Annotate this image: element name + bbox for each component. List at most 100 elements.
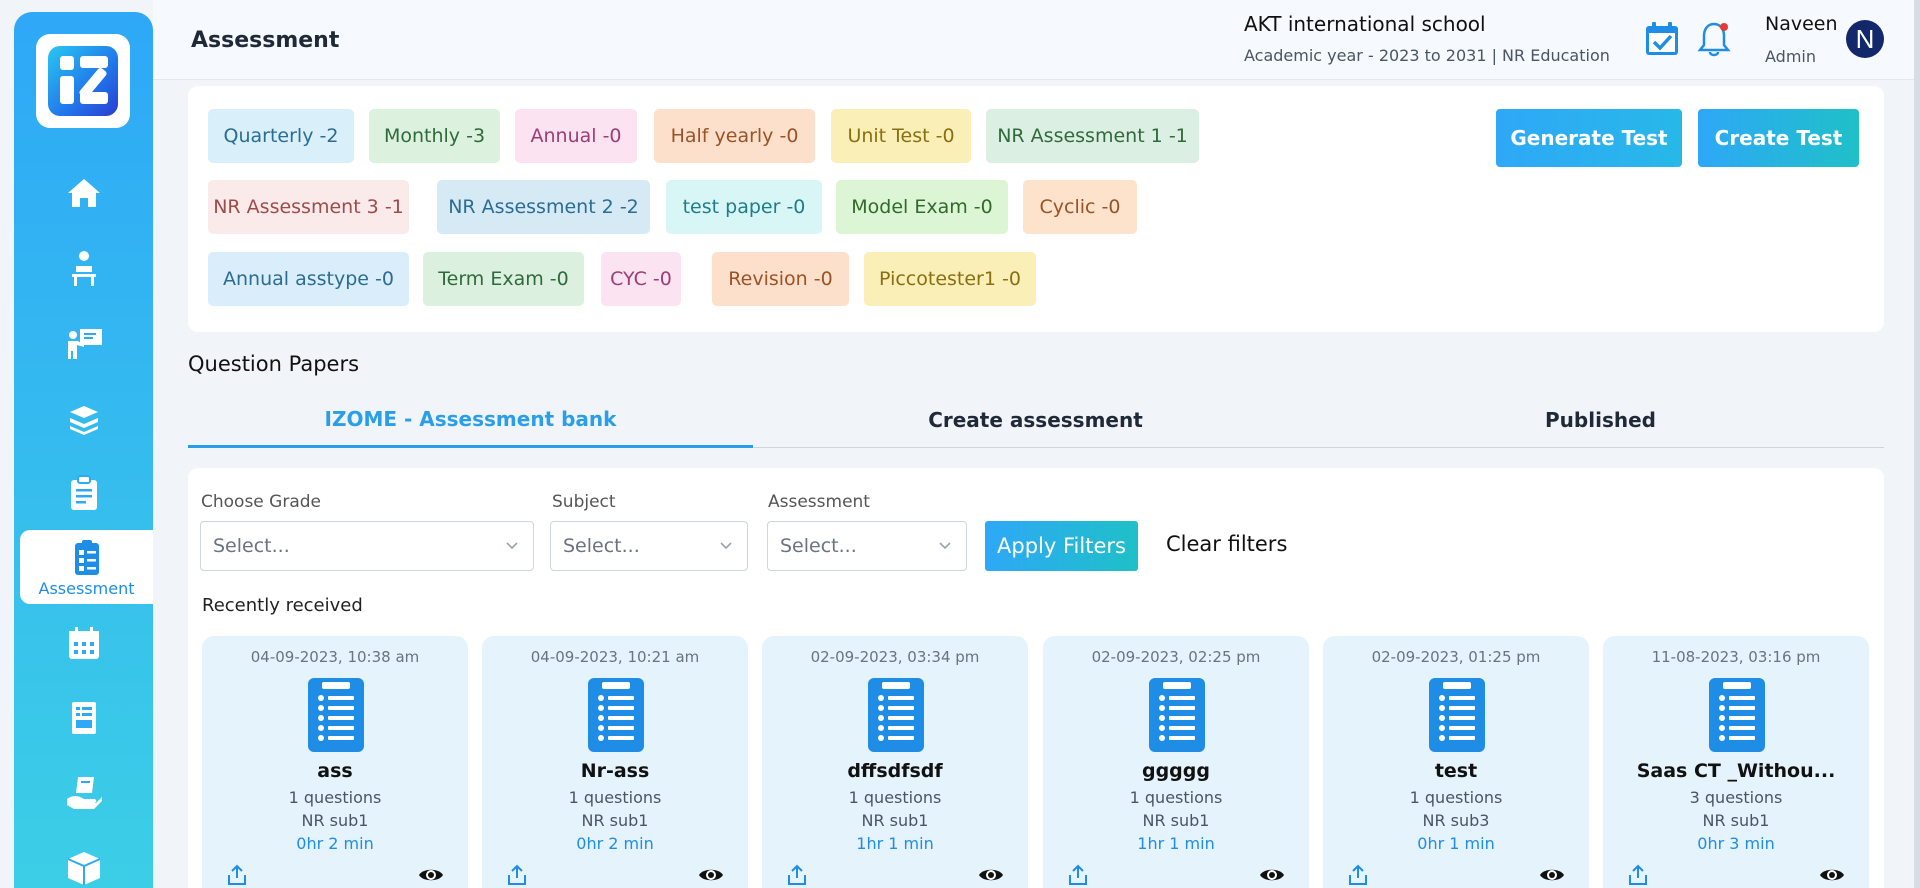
top-header: Assessment AKT international school Acad… xyxy=(153,0,1920,80)
type-chip[interactable]: Quarterly -2 xyxy=(208,109,354,163)
card-date: 04-09-2023, 10:38 am xyxy=(250,648,420,666)
sidebar-item-home[interactable] xyxy=(14,156,153,230)
scrollbar[interactable] xyxy=(1914,0,1920,888)
question-paper-card[interactable]: 04-09-2023, 10:38 am ass 1 questions NR … xyxy=(202,636,468,888)
recently-received-title: Recently received xyxy=(202,595,363,616)
subject-label: Subject xyxy=(552,492,616,512)
calendar-check-icon[interactable] xyxy=(1643,20,1681,58)
sidebar-item-assessment[interactable]: Assessment xyxy=(20,530,153,604)
sidebar-item-library[interactable] xyxy=(14,381,153,455)
sidebar-item-reports[interactable] xyxy=(14,681,153,755)
card-duration: 0hr 2 min xyxy=(296,834,374,853)
question-papers-title: Question Papers xyxy=(188,352,360,376)
card-question-count: 1 questions xyxy=(848,788,942,807)
calendar-icon xyxy=(68,627,99,659)
type-chip[interactable]: Piccotester1 -0 xyxy=(864,252,1036,306)
question-paper-card[interactable]: 11-08-2023, 03:16 pm Saas CT _Withou... … xyxy=(1603,636,1869,888)
sidebar: Assessment xyxy=(14,12,153,888)
card-subject: NR sub3 xyxy=(1422,811,1490,830)
card-question-count: 3 questions xyxy=(1689,788,1783,807)
page-title: Assessment xyxy=(191,28,340,53)
share-icon[interactable] xyxy=(786,864,808,886)
assessment-icon xyxy=(74,539,99,575)
share-icon[interactable] xyxy=(506,864,528,886)
question-paper-card[interactable]: 02-09-2023, 03:34 pm dffsdfsdf 1 questio… xyxy=(762,636,1028,888)
eye-icon[interactable] xyxy=(1539,866,1565,884)
card-date: 02-09-2023, 02:25 pm xyxy=(1091,648,1261,666)
type-chip[interactable]: Half yearly -0 xyxy=(654,109,815,163)
card-duration: 0hr 2 min xyxy=(576,834,654,853)
type-chip[interactable]: Cyclic -0 xyxy=(1023,180,1137,234)
student-desk-icon xyxy=(71,251,96,286)
document-icon xyxy=(1429,678,1485,752)
card-question-count: 1 questions xyxy=(1409,788,1503,807)
grade-select-value: Select... xyxy=(213,535,290,557)
app-logo[interactable] xyxy=(36,34,130,128)
sidebar-item-calendar[interactable] xyxy=(14,606,153,680)
share-icon[interactable] xyxy=(226,864,248,886)
type-chip[interactable]: Term Exam -0 xyxy=(423,252,584,306)
type-chip[interactable]: Unit Test -0 xyxy=(831,109,971,163)
assessment-select-value: Select... xyxy=(780,535,857,557)
sidebar-item-tasks[interactable] xyxy=(14,456,153,530)
card-title: ggggg xyxy=(1141,760,1210,782)
assessment-select[interactable]: Select... xyxy=(767,521,967,571)
type-chip[interactable]: test paper -0 xyxy=(666,180,822,234)
share-icon[interactable] xyxy=(1067,864,1089,886)
card-duration: 1hr 1 min xyxy=(856,834,934,853)
question-paper-card[interactable]: 02-09-2023, 01:25 pm test 1 questions NR… xyxy=(1323,636,1589,888)
card-title: dffsdfsdf xyxy=(847,760,943,782)
document-icon xyxy=(308,678,364,752)
type-chip[interactable]: Annual -0 xyxy=(515,109,637,163)
tab-create-assessment[interactable]: Create assessment xyxy=(753,392,1318,448)
academic-year: Academic year - 2023 to 2031 | NR Educat… xyxy=(1244,46,1610,65)
avatar[interactable]: N xyxy=(1846,20,1884,58)
tab-assessment-bank[interactable]: IZOME - Assessment bank xyxy=(188,392,753,448)
book-hand-icon xyxy=(66,777,102,809)
card-subject: NR sub1 xyxy=(301,811,369,830)
assessment-types-panel: Quarterly -2 Monthly -3 Annual -0 Half y… xyxy=(188,86,1884,332)
type-chip[interactable]: NR Assessment 2 -2 xyxy=(437,180,650,234)
card-title: Nr-ass xyxy=(580,760,650,782)
card-subject: NR sub1 xyxy=(1702,811,1770,830)
type-chip[interactable]: Model Exam -0 xyxy=(836,180,1008,234)
tab-published[interactable]: Published xyxy=(1318,392,1883,448)
sidebar-item-students[interactable] xyxy=(14,231,153,305)
eye-icon[interactable] xyxy=(418,866,444,884)
report-card-icon xyxy=(71,702,96,734)
eye-icon[interactable] xyxy=(978,866,1004,884)
package-icon xyxy=(67,852,100,885)
document-icon xyxy=(1709,678,1765,752)
type-chip[interactable]: CYC -0 xyxy=(601,252,681,306)
share-icon[interactable] xyxy=(1347,864,1369,886)
sidebar-item-homework[interactable] xyxy=(14,756,153,830)
question-paper-card[interactable]: 04-09-2023, 10:21 am Nr-ass 1 questions … xyxy=(482,636,748,888)
bell-icon[interactable] xyxy=(1695,20,1733,58)
sidebar-item-teachers[interactable] xyxy=(14,306,153,380)
generate-test-button[interactable]: Generate Test xyxy=(1496,109,1682,167)
eye-icon[interactable] xyxy=(1259,866,1285,884)
share-icon[interactable] xyxy=(1627,864,1649,886)
apply-filters-button[interactable]: Apply Filters xyxy=(985,521,1138,571)
assessment-label: Assessment xyxy=(768,492,870,512)
card-title: Saas CT _Withou... xyxy=(1636,760,1836,782)
type-chip[interactable]: NR Assessment 1 -1 xyxy=(986,109,1199,163)
type-chip[interactable]: Monthly -3 xyxy=(369,109,500,163)
type-chip[interactable]: NR Assessment 3 -1 xyxy=(208,180,409,234)
create-test-button[interactable]: Create Test xyxy=(1698,109,1859,167)
document-icon xyxy=(1149,678,1205,752)
card-duration: 0hr 3 min xyxy=(1697,834,1775,853)
card-date: 11-08-2023, 03:16 pm xyxy=(1651,648,1821,666)
sidebar-item-inventory[interactable] xyxy=(14,831,153,888)
grade-select[interactable]: Select... xyxy=(200,521,534,571)
teacher-board-icon xyxy=(67,329,102,359)
type-chip[interactable]: Revision -0 xyxy=(712,252,849,306)
eye-icon[interactable] xyxy=(1819,866,1845,884)
card-question-count: 1 questions xyxy=(568,788,662,807)
chevron-down-icon xyxy=(506,542,518,550)
question-paper-card[interactable]: 02-09-2023, 02:25 pm ggggg 1 questions N… xyxy=(1043,636,1309,888)
clear-filters-button[interactable]: Clear filters xyxy=(1166,532,1287,556)
subject-select[interactable]: Select... xyxy=(550,521,748,571)
type-chip[interactable]: Annual asstype -0 xyxy=(208,252,409,306)
eye-icon[interactable] xyxy=(698,866,724,884)
